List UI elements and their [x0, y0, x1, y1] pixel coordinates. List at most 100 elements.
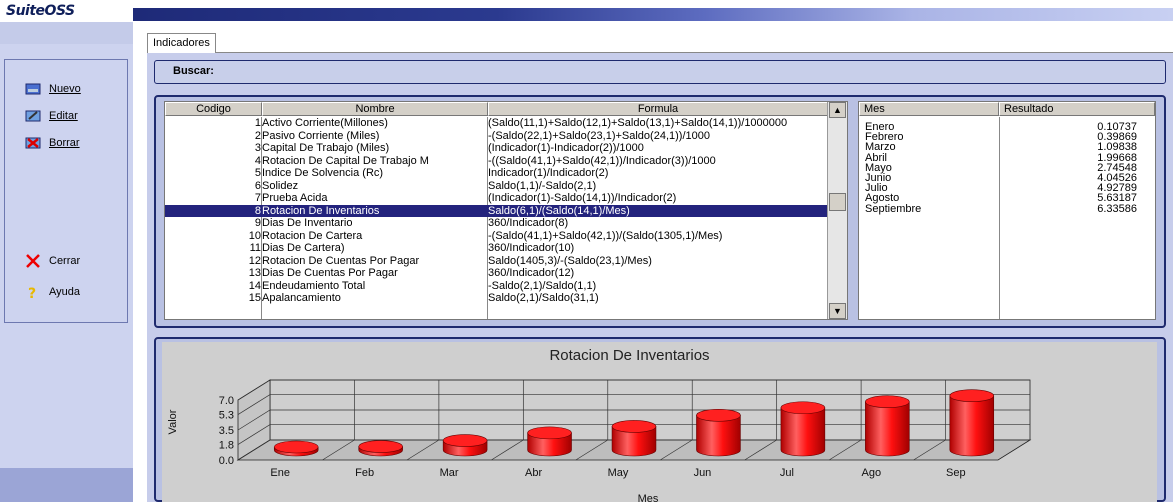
cell-codigo: 12 — [248, 254, 261, 267]
bar-top — [949, 389, 995, 402]
table-row[interactable]: 5 Indice De Solvencia (Rc) Indicador(1)/In… — [165, 167, 828, 180]
cell-formula: Saldo(1405,3)/-(Saldo(23,1)/Mes) — [488, 254, 652, 267]
cell-nombre: Dias De Inventario — [262, 217, 353, 229]
table-row[interactable]: 13 Dias De Cuentas Por Pagar 360/Indicador… — [165, 267, 828, 280]
bar-top — [780, 401, 826, 415]
cell-nombre: Rotacion De Inventarios — [262, 204, 380, 217]
cell-resultado: 6.33586 — [1097, 202, 1137, 215]
scroll-down-icon[interactable]: ▼ — [829, 303, 846, 319]
delete-button[interactable]: Borrar — [25, 136, 80, 150]
cell-codigo: 3 — [254, 142, 261, 154]
scroll-thumb[interactable] — [829, 193, 846, 211]
cell-formula: -((Saldo(41,1)+Saldo(42,1))/Indicador(3)… — [488, 154, 716, 167]
table-scrollbar[interactable]: ▲ ▼ — [827, 102, 847, 319]
table-row[interactable]: 12 Rotacion De Cuentas Por Pagar Saldo(140… — [165, 255, 828, 268]
table-row[interactable]: 10 Rotacion De Cartera -(Saldo(41,1)+Saldo… — [165, 230, 828, 243]
cell-mes: Septiembre — [865, 202, 922, 215]
new-button[interactable]: Nuevo — [25, 82, 81, 96]
help-icon: ? — [25, 285, 41, 302]
close-button[interactable]: Cerrar — [25, 254, 80, 268]
indicators-table: Codigo Nombre Formula 1 Activo Corriente(… — [164, 101, 848, 320]
chart-bar — [949, 389, 995, 457]
scroll-up-icon[interactable]: ▲ — [829, 102, 846, 118]
delete-icon — [25, 136, 41, 150]
bar-top — [865, 395, 910, 409]
chart-bar — [865, 395, 910, 457]
column-header-resultado[interactable]: Resultado — [999, 102, 1155, 116]
chart-bar — [358, 440, 403, 457]
x-tick-label: Abr — [525, 467, 542, 479]
table-row[interactable]: 9 Dias De Inventario 360/Indicador(8) — [165, 217, 828, 230]
x-tick-label: Sep — [946, 467, 966, 479]
y-tick-label: 3.5 — [219, 425, 234, 437]
cell-formula: -(Saldo(41,1)+Saldo(42,1))/(Saldo(1305,1… — [488, 229, 723, 242]
cell-nombre: Rotacion De Cuentas Por Pagar — [262, 254, 420, 267]
y-axis-label: Valor — [167, 409, 179, 434]
delete-button-label: Borrar — [49, 137, 80, 149]
table-row[interactable]: 1 Activo Corriente(Millones) (Saldo(11,1)+… — [165, 117, 828, 130]
x-tick-label: Jun — [694, 467, 712, 479]
cell-nombre: Solidez — [262, 179, 299, 192]
table-row[interactable]: 14 Endeudamiento Total -Saldo(2,1)/Saldo(1… — [165, 280, 828, 293]
column-header-codigo[interactable]: Codigo — [165, 102, 262, 116]
x-tick-label: Ago — [862, 467, 882, 479]
cell-nombre: Dias De Cartera) — [262, 242, 345, 254]
x-tick-label: Jul — [780, 467, 794, 479]
sidebar-actions-panel: Nuevo Editar Borrar Cerrar ? Ayuda — [4, 59, 128, 323]
cell-mes: Agosto — [865, 192, 900, 205]
column-header-mes[interactable]: Mes — [859, 102, 999, 116]
cell-nombre: Indice De Solvencia (Rc) — [262, 167, 384, 179]
table-row[interactable]: 15 Apalancamiento Saldo(2,1)/Saldo(31,1) — [165, 292, 828, 305]
cell-formula: -Saldo(2,1)/Saldo(1,1) — [488, 279, 597, 292]
chart-bar — [780, 401, 826, 457]
edit-icon — [25, 109, 41, 123]
column-header-formula[interactable]: Formula — [488, 102, 828, 116]
cell-codigo: 10 — [248, 229, 261, 242]
edit-button[interactable]: Editar — [25, 109, 78, 123]
cell-formula: Saldo(6,1)/(Saldo(14,1)/Mes) — [488, 204, 630, 217]
result-row[interactable]: Septiembre 6.33586 — [859, 202, 1155, 215]
close-button-label: Cerrar — [49, 255, 81, 267]
cell-codigo: 13 — [248, 267, 261, 279]
bar-top — [358, 440, 403, 453]
table-row[interactable]: 7 Prueba Acida (Indicador(1)-Saldo(14,1))/… — [165, 192, 828, 205]
svg-text:?: ? — [28, 286, 36, 299]
table-row[interactable]: 4 Rotacion De Capital De Trabajo M -((Sald… — [165, 155, 828, 168]
cell-nombre: Endeudamiento Total — [262, 279, 366, 292]
x-tick-label: Ene — [270, 467, 290, 479]
new-icon — [25, 82, 41, 96]
help-button[interactable]: ? Ayuda — [25, 285, 80, 302]
results-body: Enero 0.10737 Febrero 0.39869 Marzo 1.09838 Ab… — [859, 121, 1155, 215]
cell-nombre: Apalancamiento — [262, 292, 341, 304]
cell-nombre: Prueba Acida — [262, 192, 328, 204]
table-row[interactable]: 8 Rotacion De Inventarios Saldo(6,1)/(Sald… — [165, 204, 828, 217]
cell-formula: 360/Indicador(10) — [488, 242, 575, 254]
result-row[interactable]: Agosto 5.63187 — [859, 192, 1155, 205]
cell-formula: Saldo(1,1)/-Saldo(2,1) — [488, 179, 597, 192]
bar-chart: Rotacion De Inventarios 0.0 1.8 3.5 5.3 7.0 Va… — [167, 347, 1032, 502]
search-bar[interactable]: Buscar: — [154, 60, 1166, 84]
column-header-nombre[interactable]: Nombre — [262, 102, 488, 116]
table-row[interactable]: 3 Capital De Trabajo (Miles) (Indicador(1)… — [165, 142, 828, 155]
y-tick-label: 7.0 — [219, 395, 234, 407]
table-row[interactable]: 11 Dias De Cartera) 360/Indicador(10) — [165, 242, 828, 255]
chart-bar — [611, 420, 657, 457]
cell-resultado: 5.63187 — [1097, 192, 1137, 205]
cell-codigo: 2 — [254, 129, 261, 142]
x-tick-label: May — [608, 467, 629, 479]
cell-formula: -(Saldo(22,1)+Saldo(23,1)+Saldo(24,1))/1… — [488, 129, 710, 142]
cell-codigo: 9 — [254, 217, 261, 229]
cell-formula: (Indicador(1)-Indicador(2))/1000 — [488, 142, 644, 154]
header-gradient-bar — [133, 8, 1173, 21]
cell-formula: (Indicador(1)-Saldo(14,1))/Indicador(2) — [488, 192, 677, 204]
cell-codigo: 11 — [249, 242, 261, 254]
bar-top — [273, 440, 319, 454]
sidebar-header — [0, 22, 133, 44]
table-row[interactable]: 6 Solidez Saldo(1,1)/-Saldo(2,1) — [165, 180, 828, 193]
table-row[interactable]: 2 Pasivo Corriente (Miles) -(Saldo(22,1)+S… — [165, 130, 828, 143]
chart-bar — [442, 434, 488, 457]
tab-indicadores[interactable]: Indicadores — [147, 33, 216, 53]
cell-nombre: Capital De Trabajo (Miles) — [262, 142, 390, 154]
bar-body — [949, 395, 995, 457]
y-tick-label: 1.8 — [219, 440, 234, 452]
